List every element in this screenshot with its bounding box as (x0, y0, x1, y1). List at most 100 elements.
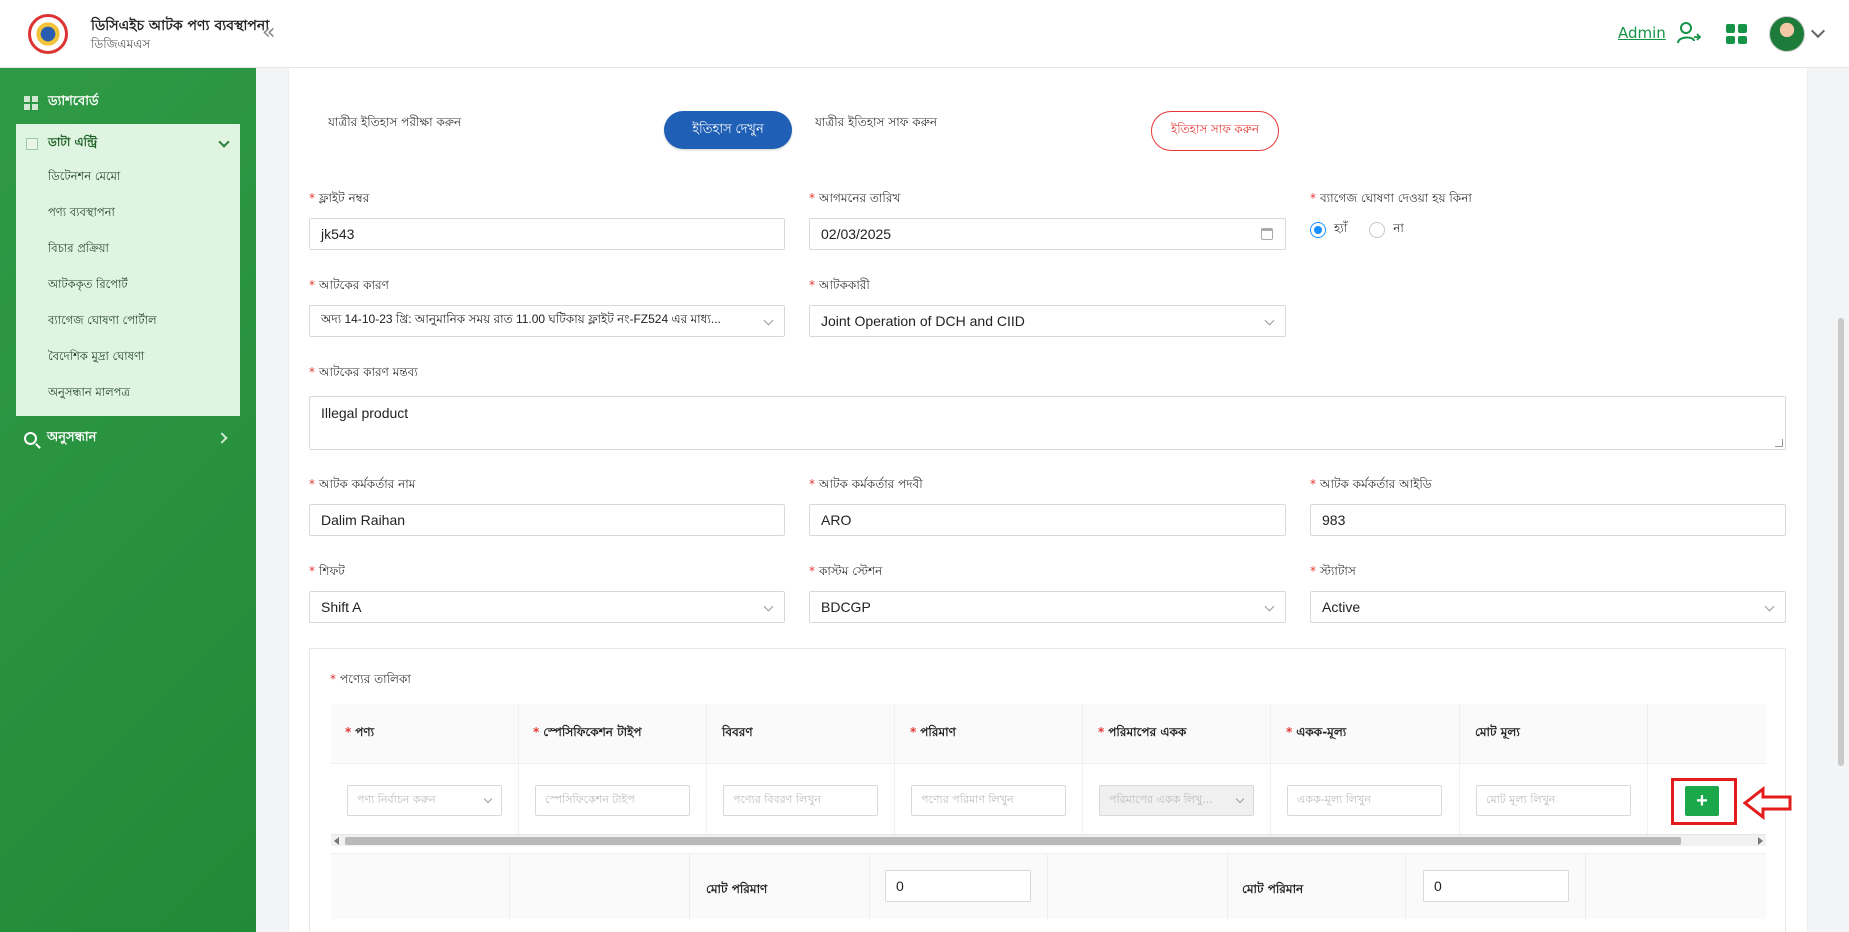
flight-number-input[interactable]: jk543 (309, 218, 785, 250)
sidebar-item-trial-process[interactable]: বিচার প্রক্রিয়া (48, 240, 109, 259)
goods-summary-row: মোট পরিমাণ 0 মোট পরিমান 0 (331, 853, 1766, 920)
chevron-down-icon (1264, 315, 1275, 326)
chevron-down-icon[interactable] (218, 136, 230, 148)
column-divider (1227, 854, 1228, 920)
admin-link[interactable]: Admin (1618, 24, 1666, 42)
total-price-input[interactable]: মোট মূল্য লিখুন (1476, 785, 1631, 816)
resize-handle[interactable] (1775, 439, 1783, 447)
product-placeholder: পণ্য নির্বাচন করুন (357, 793, 436, 806)
baggage-no-label: না (1393, 221, 1404, 235)
unit-price-input[interactable]: একক-মূল্য লিখুন (1287, 785, 1442, 816)
unit-select[interactable]: পরিমাপের একক লিখু... (1099, 785, 1254, 816)
sidebar-item-data-entry[interactable]: ডাটা এন্ট্রি (26, 134, 97, 154)
seizure-reason-label: * আটকের কারণ (309, 278, 389, 292)
chevron-down-icon[interactable] (1810, 23, 1826, 39)
column-header-unit: * পরিমাপের একক (1098, 725, 1187, 739)
baggage-declared-label: * ব্যাগেজ ঘোষণা দেওয়া হয় কিনা (1310, 191, 1472, 205)
total-amount-input[interactable]: 0 (1423, 870, 1569, 902)
chevron-down-icon (483, 794, 493, 804)
scroll-right-icon[interactable] (1758, 837, 1763, 845)
scroll-left-icon[interactable] (334, 837, 339, 845)
shift-value: Shift A (321, 599, 362, 615)
officer-designation-input[interactable]: ARO (809, 504, 1286, 536)
sidebar-item-baggage-portal[interactable]: ব্যাগেজ ঘোষণা পোর্টাল (48, 312, 157, 331)
goods-list-title: * পণ্যের তালিকা (330, 672, 411, 686)
quantity-input[interactable]: পণ্যের পরিমাণ লিখুন (911, 785, 1066, 816)
status-value: Active (1322, 599, 1361, 615)
add-row-button[interactable]: + (1685, 786, 1719, 816)
column-divider (1405, 854, 1406, 920)
chevron-down-icon (1235, 794, 1245, 804)
officer-name-label: * আটক কর্মকর্তার নাম (309, 477, 416, 491)
user-switch-icon[interactable] (1676, 20, 1702, 46)
apps-grid-icon[interactable] (1726, 24, 1747, 44)
column-divider (1459, 704, 1460, 834)
search-icon (24, 432, 37, 445)
app-subtitle: ডিজিএমএস (91, 37, 151, 51)
sidebar: ড্যাশবোর্ড ডাটা এন্ট্রি ডিটেনশন মেমো পণ্… (0, 68, 256, 932)
baggage-declared-radio-group: হ্যাঁ না (1310, 220, 1418, 240)
baggage-no-radio[interactable] (1369, 222, 1386, 238)
top-header: ডিসিএইচ আটক পণ্য ব্যবস্থাপনা ডিজিএমএস « … (0, 0, 1849, 68)
arrival-date-value: 02/03/2025 (821, 226, 892, 242)
sidebar-item-unclaimed-goods[interactable]: অনুসন্ধান মালপত্র (48, 384, 130, 403)
officer-name-input[interactable]: Dalim Raihan (309, 504, 785, 536)
column-header-spec-type: * স্পেসিফিকেশন টাইপ (533, 725, 642, 739)
sidebar-item-currency-declaration[interactable]: বৈদেশিক মুদ্রা ঘোষণা (48, 348, 144, 367)
status-select[interactable]: Active (1310, 591, 1786, 623)
officer-id-input[interactable]: 983 (1310, 504, 1786, 536)
total-amount-label: মোট পরিমান (1242, 882, 1304, 896)
chevron-down-icon (1264, 601, 1275, 612)
sidebar-item-search[interactable]: অনুসন্ধান (24, 428, 96, 449)
seizure-reason-select[interactable]: অদ্য 14-10-23 খ্রি: আনুমানিক সময় রাত 11… (309, 305, 785, 337)
column-divider (1082, 704, 1083, 834)
flight-number-label: * ফ্লাইট নম্বর (309, 191, 370, 205)
sidebar-item-dashboard[interactable]: ড্যাশবোর্ড (24, 92, 99, 113)
view-history-button[interactable]: ইতিহাস দেখুন (664, 111, 792, 149)
column-divider (706, 704, 707, 834)
history-check-label: যাত্রীর ইতিহাস পরীক্ষা করুন (328, 115, 462, 129)
column-divider (509, 854, 510, 920)
column-header-total-price: মোট মূল্য (1475, 725, 1520, 739)
sidebar-group-data-entry: ডাটা এন্ট্রি ডিটেনশন মেমো পণ্য ব্যবস্থাপ… (16, 124, 240, 416)
clear-history-button[interactable]: ইতিহাস সাফ করুন (1151, 111, 1279, 151)
history-clear-label: যাত্রীর ইতিহাস সাফ করুন (815, 115, 938, 129)
shift-select[interactable]: Shift A (309, 591, 785, 623)
custom-station-select[interactable]: BDCGP (809, 591, 1286, 623)
chevron-right-icon[interactable] (216, 432, 228, 444)
seizer-value: Joint Operation of DCH and CIID (821, 313, 1025, 329)
calendar-icon[interactable] (1261, 228, 1273, 240)
column-divider (689, 854, 690, 920)
arrival-date-input[interactable]: 02/03/2025 (809, 218, 1286, 250)
dashboard-icon (24, 95, 38, 110)
description-input[interactable]: পণ্যের বিবরণ লিখুন (723, 785, 878, 816)
arrival-date-label: * আগমনের তারিখ (809, 191, 901, 205)
baggage-yes-radio[interactable] (1310, 222, 1326, 238)
column-header-description: বিবরণ (722, 725, 753, 739)
seizer-select[interactable]: Joint Operation of DCH and CIID (809, 305, 1286, 337)
scrollbar-thumb[interactable] (345, 837, 1681, 845)
app-title: ডিসিএইচ আটক পণ্য ব্যবস্থাপনা (91, 18, 270, 34)
page-scrollbar[interactable] (1838, 318, 1844, 766)
spec-type-input[interactable]: স্পেসিফিকেশন টাইপ (535, 785, 690, 816)
column-divider (1047, 854, 1048, 920)
unit-placeholder: পরিমাপের একক লিখু... (1109, 793, 1213, 806)
column-divider (869, 854, 870, 920)
seizure-remark-label: * আটকের কারণ মন্তব্য (309, 365, 418, 379)
sidebar-item-detention-memo[interactable]: ডিটেনশন মেমো (48, 168, 120, 187)
user-avatar[interactable] (1769, 16, 1805, 52)
custom-station-label: * কাস্টম স্টেশন (809, 564, 883, 578)
officer-id-label: * আটক কর্মকর্তার আইডি (1310, 477, 1432, 491)
total-quantity-input[interactable]: 0 (885, 870, 1031, 902)
custom-station-value: BDCGP (821, 599, 871, 615)
file-icon (26, 138, 38, 150)
chevron-down-icon (763, 601, 774, 612)
seizure-reason-value: অদ্য 14-10-23 খ্রি: আনুমানিক সময় রাত 11… (321, 312, 721, 326)
sidebar-item-seized-report[interactable]: আটককৃত রিপোর্ট (48, 276, 128, 295)
product-select[interactable]: পণ্য নির্বাচন করুন (347, 785, 502, 816)
sidebar-item-goods-management[interactable]: পণ্য ব্যবস্থাপনা (48, 204, 115, 223)
seizure-remark-textarea[interactable]: Illegal product (309, 396, 1786, 450)
collapse-sidebar-icon[interactable]: « (262, 22, 275, 44)
sidebar-item-label: অনুসন্ধান (47, 430, 97, 445)
table-horizontal-scrollbar[interactable] (331, 834, 1766, 846)
